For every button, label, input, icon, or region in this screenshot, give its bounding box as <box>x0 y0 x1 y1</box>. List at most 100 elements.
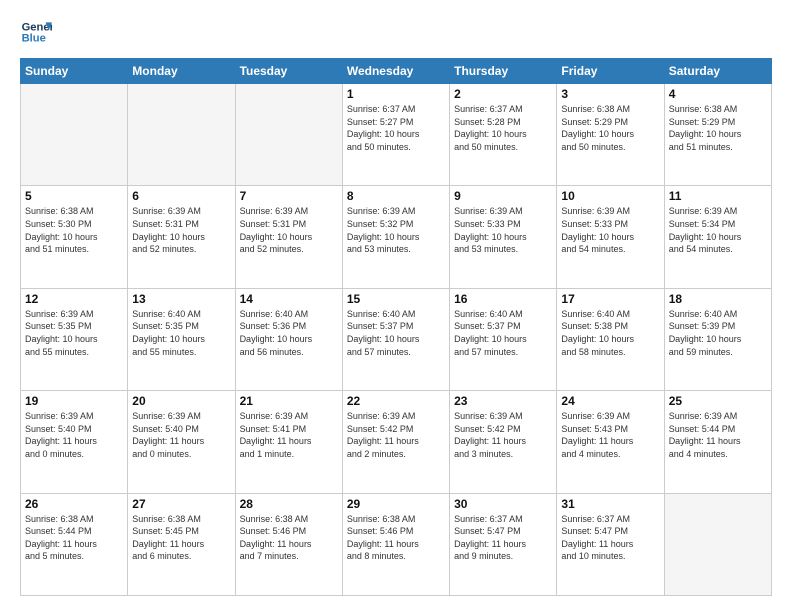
calendar-cell: 29 Sunrise: 6:38 AMSunset: 5:46 PMDayligh… <box>342 493 449 595</box>
calendar-cell: 16 Sunrise: 6:40 AMSunset: 5:37 PMDayligh… <box>450 288 557 390</box>
calendar-cell: 4 Sunrise: 6:38 AMSunset: 5:29 PMDaylight… <box>664 84 771 186</box>
day-info: Sunrise: 6:39 AMSunset: 5:43 PMDaylight:… <box>561 410 659 460</box>
calendar-table: SundayMondayTuesdayWednesdayThursdayFrid… <box>20 58 772 596</box>
calendar-cell: 24Sunrise: 6:39 AMSunset: 5:43 PMDayligh… <box>557 391 664 493</box>
logo: General Blue <box>20 16 52 48</box>
day-number: 25 <box>669 394 767 408</box>
calendar-cell: 17 Sunrise: 6:40 AMSunset: 5:38 PMDayligh… <box>557 288 664 390</box>
calendar-cell: 23 Sunrise: 6:39 AMSunset: 5:42 PMDayligh… <box>450 391 557 493</box>
day-info: Sunrise: 6:39 AMSunset: 5:31 PMDaylight:… <box>240 205 338 255</box>
calendar-cell: 8 Sunrise: 6:39 AMSunset: 5:32 PMDaylight… <box>342 186 449 288</box>
day-info: Sunrise: 6:37 AMSunset: 5:47 PMDaylight:… <box>454 513 552 563</box>
calendar-cell: 27 Sunrise: 6:38 AMSunset: 5:45 PMDayligh… <box>128 493 235 595</box>
day-info: Sunrise: 6:40 AMSunset: 5:38 PMDaylight:… <box>561 308 659 358</box>
day-info: Sunrise: 6:39 AMSunset: 5:42 PMDaylight:… <box>454 410 552 460</box>
day-number: 27 <box>132 497 230 511</box>
calendar-header-row: SundayMondayTuesdayWednesdayThursdayFrid… <box>21 59 772 84</box>
calendar-cell: 20 Sunrise: 6:39 AMSunset: 5:40 PMDayligh… <box>128 391 235 493</box>
day-number: 8 <box>347 189 445 203</box>
day-info: Sunrise: 6:40 AMSunset: 5:35 PMDaylight:… <box>132 308 230 358</box>
day-number: 5 <box>25 189 123 203</box>
day-number: 31 <box>561 497 659 511</box>
day-number: 20 <box>132 394 230 408</box>
day-info: Sunrise: 6:38 AMSunset: 5:46 PMDaylight:… <box>240 513 338 563</box>
day-number: 26 <box>25 497 123 511</box>
day-number: 12 <box>25 292 123 306</box>
day-info: Sunrise: 6:40 AMSunset: 5:36 PMDaylight:… <box>240 308 338 358</box>
day-info: Sunrise: 6:38 AMSunset: 5:45 PMDaylight:… <box>132 513 230 563</box>
calendar-cell: 15 Sunrise: 6:40 AMSunset: 5:37 PMDayligh… <box>342 288 449 390</box>
day-number: 6 <box>132 189 230 203</box>
day-number: 19 <box>25 394 123 408</box>
day-number: 15 <box>347 292 445 306</box>
day-info: Sunrise: 6:39 AMSunset: 5:32 PMDaylight:… <box>347 205 445 255</box>
calendar-week-3: 19 Sunrise: 6:39 AMSunset: 5:40 PMDayligh… <box>21 391 772 493</box>
day-number: 14 <box>240 292 338 306</box>
day-number: 13 <box>132 292 230 306</box>
calendar-cell: 12 Sunrise: 6:39 AMSunset: 5:35 PMDayligh… <box>21 288 128 390</box>
calendar-cell: 26 Sunrise: 6:38 AMSunset: 5:44 PMDayligh… <box>21 493 128 595</box>
day-number: 23 <box>454 394 552 408</box>
weekday-header-sunday: Sunday <box>21 59 128 84</box>
logo-icon: General Blue <box>20 16 52 48</box>
weekday-header-wednesday: Wednesday <box>342 59 449 84</box>
calendar-cell: 13 Sunrise: 6:40 AMSunset: 5:35 PMDayligh… <box>128 288 235 390</box>
day-info: Sunrise: 6:39 AMSunset: 5:33 PMDaylight:… <box>454 205 552 255</box>
calendar-cell: 7 Sunrise: 6:39 AMSunset: 5:31 PMDaylight… <box>235 186 342 288</box>
calendar-cell: 25 Sunrise: 6:39 AMSunset: 5:44 PMDayligh… <box>664 391 771 493</box>
day-info: Sunrise: 6:39 AMSunset: 5:41 PMDaylight:… <box>240 410 338 460</box>
calendar-cell <box>664 493 771 595</box>
day-number: 21 <box>240 394 338 408</box>
calendar-week-0: 1 Sunrise: 6:37 AMSunset: 5:27 PMDaylight… <box>21 84 772 186</box>
calendar-cell: 2Sunrise: 6:37 AMSunset: 5:28 PMDaylight… <box>450 84 557 186</box>
calendar-cell <box>235 84 342 186</box>
calendar-cell: 22 Sunrise: 6:39 AMSunset: 5:42 PMDayligh… <box>342 391 449 493</box>
day-info: Sunrise: 6:39 AMSunset: 5:42 PMDaylight:… <box>347 410 445 460</box>
weekday-header-saturday: Saturday <box>664 59 771 84</box>
weekday-header-friday: Friday <box>557 59 664 84</box>
calendar-cell: 19Sunrise: 6:39 AMSunset: 5:40 PMDayligh… <box>21 391 128 493</box>
day-info: Sunrise: 6:39 AMSunset: 5:44 PMDaylight:… <box>669 410 767 460</box>
weekday-header-thursday: Thursday <box>450 59 557 84</box>
svg-text:Blue: Blue <box>22 33 46 45</box>
calendar-cell: 10Sunrise: 6:39 AMSunset: 5:33 PMDayligh… <box>557 186 664 288</box>
day-number: 7 <box>240 189 338 203</box>
calendar-cell: 9Sunrise: 6:39 AMSunset: 5:33 PMDaylight… <box>450 186 557 288</box>
calendar-cell: 18Sunrise: 6:40 AMSunset: 5:39 PMDayligh… <box>664 288 771 390</box>
weekday-header-monday: Monday <box>128 59 235 84</box>
day-info: Sunrise: 6:40 AMSunset: 5:37 PMDaylight:… <box>347 308 445 358</box>
header: General Blue <box>20 16 772 48</box>
day-number: 17 <box>561 292 659 306</box>
day-info: Sunrise: 6:38 AMSunset: 5:46 PMDaylight:… <box>347 513 445 563</box>
calendar-cell: 1 Sunrise: 6:37 AMSunset: 5:27 PMDaylight… <box>342 84 449 186</box>
calendar-cell: 3Sunrise: 6:38 AMSunset: 5:29 PMDaylight… <box>557 84 664 186</box>
day-number: 18 <box>669 292 767 306</box>
day-info: Sunrise: 6:40 AMSunset: 5:37 PMDaylight:… <box>454 308 552 358</box>
calendar-cell <box>128 84 235 186</box>
calendar-cell: 31Sunrise: 6:37 AMSunset: 5:47 PMDayligh… <box>557 493 664 595</box>
day-info: Sunrise: 6:39 AMSunset: 5:33 PMDaylight:… <box>561 205 659 255</box>
day-number: 29 <box>347 497 445 511</box>
day-info: Sunrise: 6:37 AMSunset: 5:27 PMDaylight:… <box>347 103 445 153</box>
calendar-cell: 28Sunrise: 6:38 AMSunset: 5:46 PMDayligh… <box>235 493 342 595</box>
day-number: 3 <box>561 87 659 101</box>
day-info: Sunrise: 6:38 AMSunset: 5:30 PMDaylight:… <box>25 205 123 255</box>
day-info: Sunrise: 6:39 AMSunset: 5:35 PMDaylight:… <box>25 308 123 358</box>
day-number: 4 <box>669 87 767 101</box>
day-info: Sunrise: 6:39 AMSunset: 5:31 PMDaylight:… <box>132 205 230 255</box>
calendar-cell <box>21 84 128 186</box>
day-number: 16 <box>454 292 552 306</box>
day-info: Sunrise: 6:39 AMSunset: 5:34 PMDaylight:… <box>669 205 767 255</box>
day-number: 22 <box>347 394 445 408</box>
calendar-cell: 14 Sunrise: 6:40 AMSunset: 5:36 PMDayligh… <box>235 288 342 390</box>
day-number: 11 <box>669 189 767 203</box>
day-info: Sunrise: 6:37 AMSunset: 5:28 PMDaylight:… <box>454 103 552 153</box>
day-number: 1 <box>347 87 445 101</box>
calendar-cell: 30 Sunrise: 6:37 AMSunset: 5:47 PMDayligh… <box>450 493 557 595</box>
day-number: 30 <box>454 497 552 511</box>
day-info: Sunrise: 6:39 AMSunset: 5:40 PMDaylight:… <box>132 410 230 460</box>
day-info: Sunrise: 6:38 AMSunset: 5:44 PMDaylight:… <box>25 513 123 563</box>
weekday-header-tuesday: Tuesday <box>235 59 342 84</box>
day-info: Sunrise: 6:38 AMSunset: 5:29 PMDaylight:… <box>669 103 767 153</box>
calendar-week-1: 5 Sunrise: 6:38 AMSunset: 5:30 PMDaylight… <box>21 186 772 288</box>
